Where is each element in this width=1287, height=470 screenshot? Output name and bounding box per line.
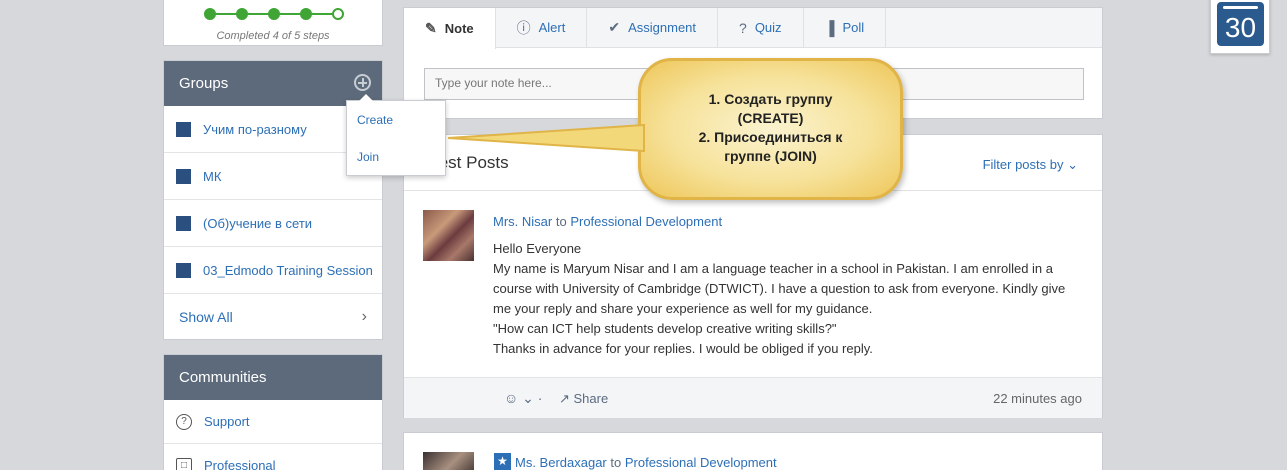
reaction-button[interactable]: ☺ ⌄ · bbox=[504, 390, 542, 407]
poll-icon: ▐ bbox=[824, 19, 835, 36]
post-group-link[interactable]: Professional Development bbox=[570, 214, 722, 229]
post-author-link[interactable]: Mrs. Nisar bbox=[493, 214, 552, 229]
chevron-right-icon: › bbox=[361, 308, 367, 325]
group-item[interactable]: 03_Edmodo Training Session bbox=[164, 247, 382, 294]
group-color-icon bbox=[176, 121, 191, 137]
note-icon: ✎ bbox=[425, 20, 437, 36]
add-group-icon[interactable] bbox=[354, 74, 371, 91]
tab-note[interactable]: ✎ Note bbox=[404, 8, 496, 49]
share-button[interactable]: ↗ Share bbox=[559, 391, 608, 407]
communities-panel: Communities ? Support □ Professional bbox=[163, 354, 383, 470]
cube-icon: □ bbox=[176, 457, 192, 470]
avatar[interactable] bbox=[423, 210, 474, 261]
tab-alert[interactable]: ⓘ Alert bbox=[496, 8, 588, 47]
tab-label: Note bbox=[444, 21, 474, 36]
group-color-icon bbox=[176, 262, 191, 278]
post-byline: Mrs. Nisar to Professional Development bbox=[493, 214, 723, 229]
group-dropdown-menu: Create Join bbox=[346, 94, 446, 176]
step-dot bbox=[268, 8, 280, 20]
group-label: (Об)учение в сети bbox=[203, 215, 313, 231]
post-text: Hello Everyone My name is Maryum Nisar a… bbox=[493, 241, 1066, 356]
post-group-link[interactable]: Professional Development bbox=[625, 455, 777, 470]
post-footer: ☺ ⌄ · ↗ Share 22 minutes ago bbox=[404, 377, 1102, 418]
progress-steps bbox=[204, 7, 344, 21]
create-group-item[interactable]: Create bbox=[347, 101, 445, 138]
post-byline: Ms. Berdaxagar to Professional Developme… bbox=[515, 455, 777, 470]
assignment-icon: ✔ bbox=[608, 19, 621, 35]
tab-label: Poll bbox=[842, 20, 865, 35]
post-card: ★ Ms. Berdaxagar to Professional Develop… bbox=[403, 432, 1103, 470]
community-label: Professional bbox=[204, 458, 276, 470]
tab-label: Alert bbox=[538, 20, 566, 35]
avatar[interactable] bbox=[423, 452, 474, 470]
callout-text: 1. Создать группу (CREATE) 2. Присоедини… bbox=[698, 91, 843, 164]
join-group-item[interactable]: Join bbox=[347, 138, 445, 175]
community-label: Support bbox=[204, 414, 250, 429]
calendar-icon[interactable]: 30 bbox=[1210, 0, 1270, 54]
composer-tabs: ✎ Note ⓘ Alert ✔ Assignment ? Quiz ▐ Pol… bbox=[404, 8, 1102, 49]
show-all-link[interactable]: Show All › bbox=[164, 294, 382, 340]
step-dot bbox=[332, 8, 344, 20]
group-color-icon bbox=[176, 168, 191, 184]
question-icon: ? bbox=[176, 413, 192, 430]
tab-label: Assignment bbox=[628, 20, 697, 35]
post-author-link[interactable]: Ms. Berdaxagar bbox=[515, 455, 607, 470]
quiz-icon: ? bbox=[739, 19, 747, 36]
communities-title: Communities bbox=[179, 369, 267, 386]
callout-annotation: 1. Создать группу (CREATE) 2. Присоедини… bbox=[448, 58, 903, 200]
progress-label: Completed 4 of 5 steps bbox=[216, 30, 330, 42]
group-label: 03_Edmodo Training Session bbox=[203, 262, 373, 278]
post-timestamp: 22 minutes ago bbox=[993, 391, 1082, 406]
communities-header: Communities bbox=[164, 355, 382, 400]
tab-quiz[interactable]: ? Quiz bbox=[718, 8, 804, 47]
group-label: МК bbox=[203, 168, 222, 184]
step-dot bbox=[300, 8, 312, 20]
tab-poll[interactable]: ▐ Poll bbox=[804, 8, 887, 47]
groups-title: Groups bbox=[179, 75, 229, 92]
tab-assignment[interactable]: ✔ Assignment bbox=[587, 8, 719, 47]
post-card: Mrs. Nisar to Professional Development H… bbox=[404, 192, 1102, 377]
group-item[interactable]: (Об)учение в сети bbox=[164, 200, 382, 247]
group-label: Учим по-разному bbox=[203, 121, 307, 137]
community-item[interactable]: ? Support bbox=[164, 400, 382, 444]
step-dot bbox=[204, 8, 216, 20]
step-dot bbox=[236, 8, 248, 20]
tab-label: Quiz bbox=[754, 20, 782, 35]
community-item[interactable]: □ Professional bbox=[164, 444, 382, 470]
alert-icon: ⓘ bbox=[516, 19, 531, 36]
callout-pointer bbox=[448, 123, 645, 153]
group-color-icon bbox=[176, 215, 191, 231]
star-icon: ★ bbox=[494, 453, 511, 470]
progress-card: Completed 4 of 5 steps bbox=[163, 0, 383, 46]
show-all-label: Show All bbox=[179, 309, 233, 325]
filter-posts-button[interactable]: Filter posts by ⌄ bbox=[983, 157, 1078, 173]
